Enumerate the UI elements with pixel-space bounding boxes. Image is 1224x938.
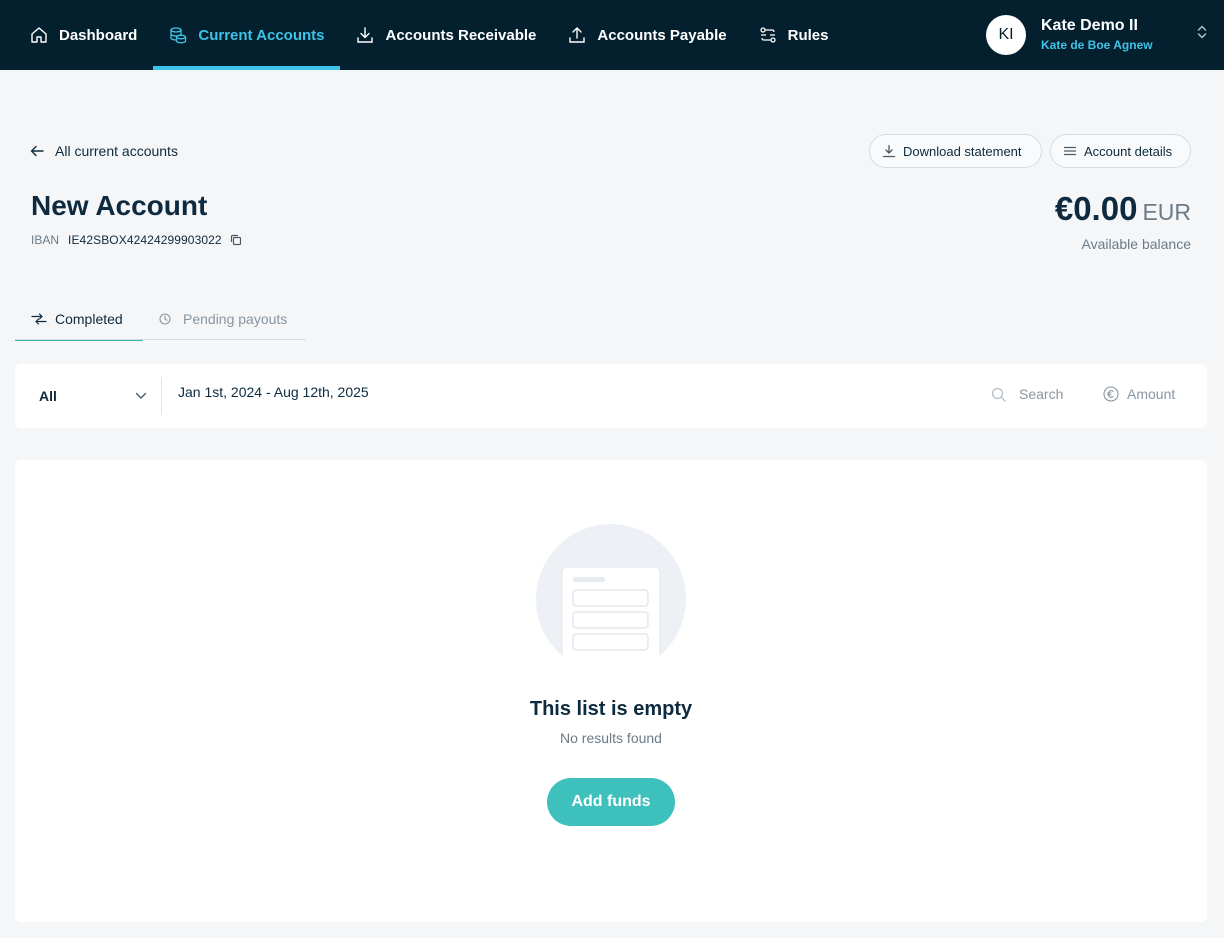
transaction-type-select[interactable]: All	[39, 386, 147, 406]
add-funds-button[interactable]: Add funds	[547, 778, 675, 826]
nav-item-label: Rules	[787, 26, 829, 44]
copy-icon[interactable]	[230, 234, 242, 246]
nav-item-label: Dashboard	[59, 26, 138, 44]
back-link-all-accounts[interactable]: All current accounts	[30, 141, 178, 161]
tab-completed[interactable]: Completed	[15, 297, 143, 341]
user-name: Kate Demo II	[1041, 17, 1138, 34]
back-link-label: All current accounts	[55, 143, 178, 159]
tab-label: Pending payouts	[183, 310, 288, 327]
clock-icon	[159, 312, 171, 325]
page-title: New Account	[31, 190, 208, 221]
download-icon	[357, 27, 374, 43]
nav-item-label: Accounts Receivable	[385, 26, 537, 44]
search-input[interactable]: Search	[991, 386, 1063, 402]
download-statement-button[interactable]: Download statement	[869, 134, 1042, 168]
currency-icon	[1103, 386, 1119, 402]
iban-value: IE42SBOX42424299903022	[68, 233, 222, 247]
upload-icon	[569, 27, 586, 43]
nav-item-rules[interactable]: Rules	[743, 0, 845, 70]
balance: €0.00 EUR	[1055, 190, 1191, 228]
balance-currency: EUR	[1142, 199, 1191, 225]
account-details-label: Account details	[1084, 143, 1173, 159]
amount-filter[interactable]: Amount	[1103, 386, 1175, 402]
user-subtitle: Kate de Boe Agnew	[1041, 38, 1153, 52]
iban-row: IBAN IE42SBOX42424299903022	[31, 233, 242, 247]
arrow-left-icon	[30, 145, 44, 157]
transaction-tabs: Completed Pending payouts	[15, 297, 306, 341]
tab-pending-payouts[interactable]: Pending payouts	[143, 297, 303, 340]
iban-label: IBAN	[31, 233, 60, 247]
avatar: KI	[986, 15, 1026, 55]
filter-bar: All Jan 1st, 2024 - Aug 12th, 2025 Searc…	[15, 364, 1207, 428]
home-icon	[31, 27, 47, 43]
date-range-picker[interactable]: Jan 1st, 2024 - Aug 12th, 2025	[178, 384, 369, 400]
coins-icon	[170, 27, 187, 44]
tab-label: Completed	[55, 310, 123, 327]
empty-state-title: This list is empty	[529, 698, 693, 720]
download-statement-label: Download statement	[903, 143, 1022, 159]
empty-state-subtitle: No results found	[560, 730, 662, 746]
search-placeholder: Search	[1019, 386, 1064, 402]
user-menu[interactable]: KI Kate Demo II Kate de Boe Agnew	[986, 10, 1153, 60]
balance-label: Available balance	[1081, 236, 1192, 252]
nav-item-current-accounts[interactable]: Current Accounts	[153, 0, 341, 70]
balance-amount: €0.00	[1054, 190, 1138, 227]
nav-item-accounts-receivable[interactable]: Accounts Receivable	[340, 0, 552, 70]
top-navigation: Dashboard Current Accounts Accounts Rece…	[0, 0, 1224, 70]
amount-label: Amount	[1127, 386, 1176, 402]
arrows-exchange-icon	[31, 312, 47, 325]
nav-item-label: Current Accounts	[198, 26, 325, 44]
empty-list-illustration-icon	[536, 524, 686, 674]
nav-item-label: Accounts Payable	[597, 26, 727, 44]
menu-lines-icon	[1063, 146, 1077, 156]
transactions-panel: This list is empty No results found Add …	[15, 460, 1207, 922]
divider	[161, 377, 162, 415]
search-icon	[991, 387, 1006, 402]
chevron-down-icon	[135, 392, 147, 399]
nav-item-accounts-payable[interactable]: Accounts Payable	[552, 0, 742, 70]
account-details-button[interactable]: Account details	[1050, 134, 1191, 168]
download-icon	[882, 144, 896, 158]
nav-item-dashboard[interactable]: Dashboard	[0, 0, 153, 70]
rules-icon	[759, 27, 776, 43]
chevron-up-down-icon[interactable]	[1196, 24, 1208, 40]
select-value: All	[39, 388, 57, 404]
